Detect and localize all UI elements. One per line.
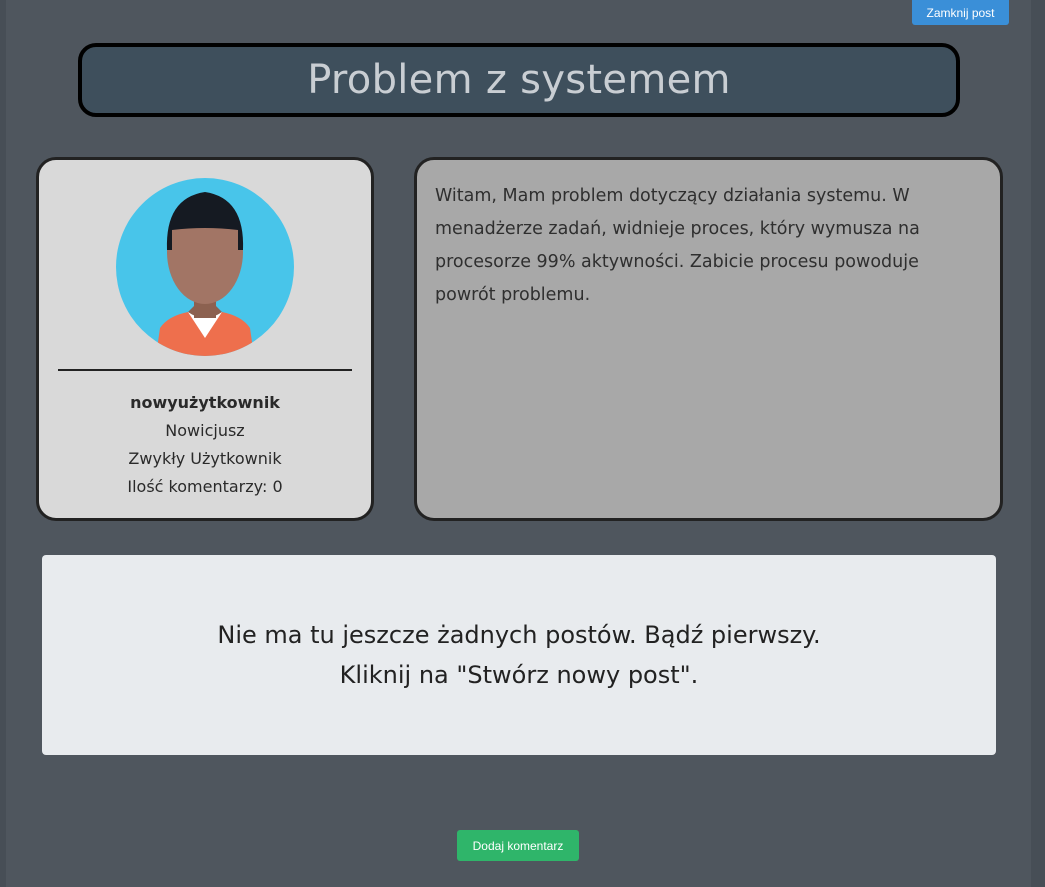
author-info: nowyużytkownik Nowicjusz Zwykły Użytkown… (39, 389, 371, 501)
author-card: nowyużytkownik Nowicjusz Zwykły Użytkown… (36, 157, 374, 521)
post-title: Problem z systemem (307, 57, 731, 103)
author-username[interactable]: nowyużytkownik (39, 389, 371, 417)
author-comment-count: Ilość komentarzy: 0 (127, 477, 283, 496)
post-body-card: Witam, Mam problem dotyczący działania s… (414, 157, 1003, 521)
add-comment-button[interactable]: Dodaj komentarz (457, 830, 579, 861)
comments-empty-state: Nie ma tu jeszcze żadnych postów. Bądź p… (42, 555, 996, 755)
author-role: Zwykły Użytkownik (128, 449, 282, 468)
author-divider (58, 369, 352, 371)
user-avatar-icon (116, 178, 294, 356)
close-post-button[interactable]: Zamknij post (912, 0, 1009, 25)
post-title-banner: Problem z systemem (78, 43, 960, 117)
empty-message-line2: Kliknij na "Stwórz nowy post". (339, 661, 699, 689)
empty-message-line1: Nie ma tu jeszcze żadnych postów. Bądź p… (217, 621, 821, 649)
post-body-text: Witam, Mam problem dotyczący działania s… (435, 186, 920, 305)
author-rank: Nowicjusz (165, 421, 245, 440)
